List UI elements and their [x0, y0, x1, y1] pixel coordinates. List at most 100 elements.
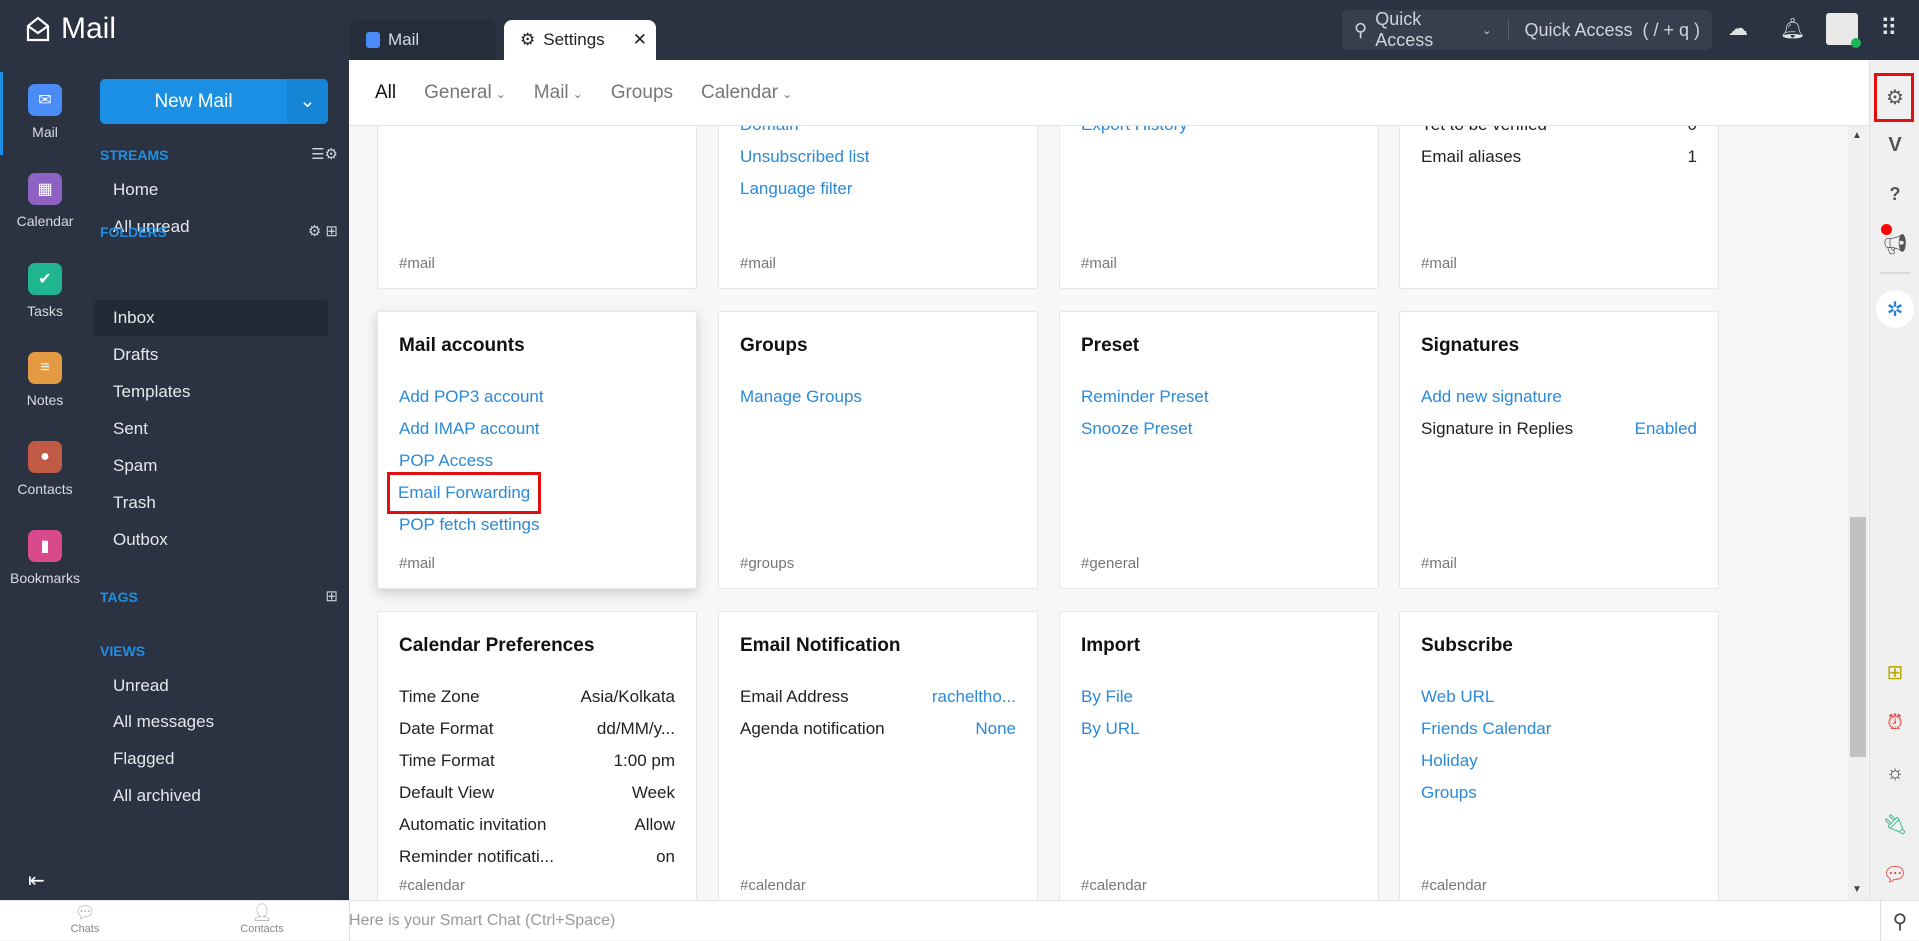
setting-value[interactable]: None: [975, 713, 1016, 745]
settings-link[interactable]: Add new signature: [1421, 381, 1562, 413]
nav-mail[interactable]: Mail ⌄: [534, 82, 583, 104]
card-row[interactable]: Export History: [1081, 126, 1357, 141]
card-row[interactable]: Groups: [1421, 777, 1697, 809]
card-tag[interactable]: #general: [1081, 555, 1357, 572]
setting-value[interactable]: rachelthо...: [932, 681, 1016, 713]
rail-item-contacts[interactable]: ● Contacts: [0, 441, 90, 497]
sidebar-item-sent[interactable]: Sent: [94, 411, 328, 447]
quick-access-search[interactable]: ⚲ Quick Access ⌄ Quick Access ( / + q ): [1342, 9, 1712, 51]
settings-link[interactable]: Export History: [1081, 126, 1188, 141]
card-tag[interactable]: #mail: [399, 555, 675, 572]
settings-link[interactable]: Add POP3 account: [399, 381, 544, 413]
nav-general[interactable]: General ⌄: [424, 82, 506, 104]
card-tag[interactable]: #calendar: [1421, 877, 1697, 894]
card-row[interactable]: Email Forwarding: [386, 472, 675, 514]
cloud-offline-icon[interactable]: ☁: [1728, 16, 1748, 41]
help-icon[interactable]: ?: [1870, 184, 1919, 205]
card-row[interactable]: Unsubscribed list: [740, 141, 1016, 173]
settings-link[interactable]: Reminder Preset: [1081, 381, 1209, 413]
gear-icon[interactable]: ⚙: [1870, 85, 1919, 110]
theme-toggle-icon[interactable]: ☼: [1870, 762, 1919, 785]
rail-item-tasks[interactable]: ✔ Tasks: [0, 263, 90, 319]
card-tag[interactable]: #mail: [399, 255, 675, 272]
sidebar-item-unread[interactable]: Unread: [94, 668, 328, 704]
contacts-button[interactable]: 👤︎ Contacts: [222, 903, 302, 935]
card-tag[interactable]: #groups: [740, 555, 1016, 572]
scroll-up-icon[interactable]: ▲: [1852, 130, 1862, 141]
quick-access-dropdown[interactable]: Quick Access: [1375, 9, 1474, 51]
card-row[interactable]: Language filter: [740, 173, 1016, 205]
settings-link[interactable]: Add IMAP account: [399, 413, 540, 445]
sidebar-item-trash[interactable]: Trash: [94, 485, 328, 521]
close-tab-button[interactable]: ✕: [633, 30, 647, 50]
sidebar-item-home[interactable]: Home: [94, 172, 328, 208]
card-row[interactable]: Manage Groups: [740, 381, 1016, 413]
tab-mail[interactable]: Mail: [350, 20, 496, 60]
search-icon[interactable]: ⚲: [1880, 901, 1919, 941]
alarm-clock-icon[interactable]: ⏰︎: [1870, 712, 1919, 735]
new-mail-label[interactable]: New Mail: [100, 79, 287, 124]
settings-link[interactable]: By File: [1081, 681, 1133, 713]
rail-item-calendar[interactable]: ▦ Calendar: [0, 173, 90, 229]
card-row[interactable]: Snooze Preset: [1081, 413, 1357, 445]
sidebar-item-inbox[interactable]: Inbox: [94, 300, 328, 336]
settings-link[interactable]: Manage Groups: [740, 381, 862, 413]
bell-icon[interactable]: 🔔︎: [1780, 16, 1805, 41]
card-row[interactable]: Web URL: [1421, 681, 1697, 713]
settings-link[interactable]: Web URL: [1421, 681, 1494, 713]
card-tag[interactable]: #calendar: [740, 877, 1016, 894]
settings-link[interactable]: Email Forwarding: [386, 472, 542, 514]
card-tag[interactable]: #calendar: [1081, 877, 1357, 894]
sidebar-item-spam[interactable]: Spam: [94, 448, 328, 484]
folder-settings-add-icons[interactable]: ⚙ ⊞: [250, 222, 338, 240]
card-row[interactable]: Domain: [740, 126, 1016, 141]
settings-link[interactable]: Snooze Preset: [1081, 413, 1193, 445]
rail-item-mail[interactable]: ✉ Mail: [0, 84, 90, 140]
card-row[interactable]: POP fetch settings: [399, 509, 675, 541]
apps-grid-icon[interactable]: ⠿: [1880, 14, 1898, 43]
settings-link[interactable]: Unsubscribed list: [740, 141, 869, 173]
plug-icon[interactable]: 🔌︎: [1870, 812, 1919, 837]
settings-link[interactable]: Friends Calendar: [1421, 713, 1551, 745]
settings-link[interactable]: Domain: [740, 126, 799, 141]
sidebar-item-templates[interactable]: Templates: [94, 374, 328, 410]
card-row[interactable]: Add POP3 account: [399, 381, 675, 413]
sidebar-item-all-messages[interactable]: All messages: [94, 704, 328, 740]
card-tag[interactable]: #mail: [1421, 555, 1697, 572]
feedback-chat-icon[interactable]: 💬︎: [1870, 862, 1919, 887]
sidebar-item-flagged[interactable]: Flagged: [94, 741, 328, 777]
card-tag[interactable]: #mail: [740, 255, 1016, 272]
avatar[interactable]: [1826, 13, 1861, 48]
card-row[interactable]: Add IMAP account: [399, 413, 675, 445]
rail-item-notes[interactable]: ≡ Notes: [0, 352, 90, 408]
card-row[interactable]: By File: [1081, 681, 1357, 713]
settings-link[interactable]: By URL: [1081, 713, 1140, 745]
chats-button[interactable]: 💬︎ Chats: [45, 903, 125, 935]
new-mail-button[interactable]: New Mail ⌄: [100, 79, 328, 124]
card-tag[interactable]: #mail: [1421, 255, 1697, 272]
smart-chat-input[interactable]: Here is your Smart Chat (Ctrl+Space): [349, 901, 1880, 941]
megaphone-icon[interactable]: 📢︎: [1870, 232, 1919, 257]
card-row[interactable]: By URL: [1081, 713, 1357, 745]
sidebar-item-all-archived[interactable]: All archived: [94, 778, 328, 814]
app-logo[interactable]: Mail: [25, 12, 116, 46]
integrations-icon[interactable]: ✲: [1876, 290, 1914, 328]
settings-link[interactable]: POP fetch settings: [399, 509, 539, 541]
sidebar-item-drafts[interactable]: Drafts: [94, 337, 328, 373]
card-tag[interactable]: #mail: [1081, 255, 1357, 272]
chevron-down-icon[interactable]: ⌄: [287, 79, 328, 124]
nav-calendar[interactable]: Calendar ⌄: [701, 82, 792, 104]
settings-link[interactable]: POP Access: [399, 445, 493, 477]
stream-settings-icon[interactable]: ☰⚙: [250, 145, 338, 163]
add-note-icon[interactable]: ⊞: [1870, 660, 1919, 685]
settings-link[interactable]: Groups: [1421, 777, 1477, 809]
scrollbar[interactable]: ▲ ▼: [1848, 126, 1868, 900]
card-tag[interactable]: #calendar: [399, 877, 675, 894]
add-tag-icon[interactable]: ⊞: [250, 587, 338, 605]
sidebar-item-outbox[interactable]: Outbox: [94, 522, 328, 558]
vani-icon[interactable]: V: [1870, 134, 1919, 157]
card-row[interactable]: Friends Calendar: [1421, 713, 1697, 745]
card-row[interactable]: Holiday: [1421, 745, 1697, 777]
rail-item-bookmarks[interactable]: ▮ Bookmarks: [0, 530, 90, 586]
scroll-down-icon[interactable]: ▼: [1852, 884, 1862, 895]
